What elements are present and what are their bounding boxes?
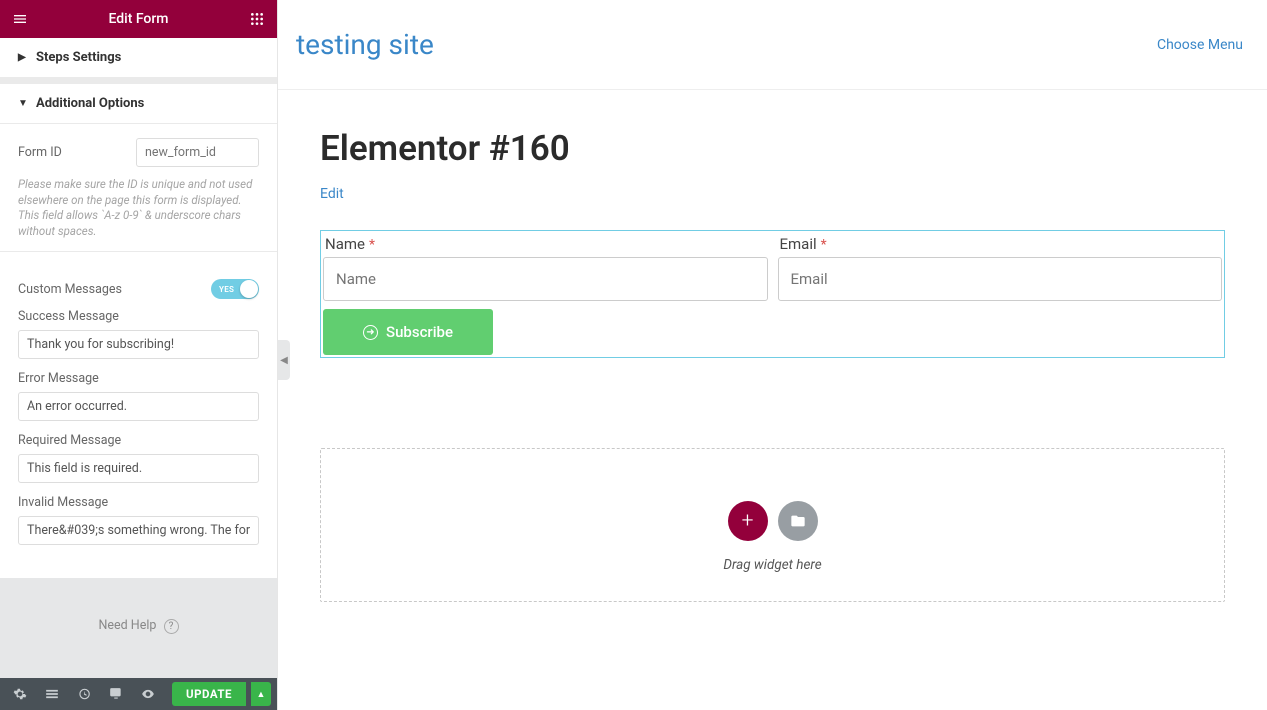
choose-menu-link[interactable]: Choose Menu (1157, 37, 1243, 53)
name-field-label: Name* (323, 231, 768, 257)
form-widget[interactable]: Name* Email* ➜ Subscribe (320, 230, 1225, 358)
name-input[interactable] (323, 257, 768, 301)
history-icon[interactable] (70, 680, 98, 708)
responsive-icon[interactable] (102, 680, 130, 708)
page-title: Elementor #160 (320, 128, 1225, 169)
success-message-input[interactable] (18, 330, 259, 359)
preview-icon[interactable] (134, 680, 162, 708)
need-help[interactable]: Need Help ? (0, 578, 277, 678)
sidebar-header: Edit Form (0, 0, 277, 38)
editor-sidebar: Edit Form ▶ Steps Settings ▼ Additional … (0, 0, 278, 710)
edit-link[interactable]: Edit (320, 186, 344, 202)
navigator-icon[interactable] (38, 680, 66, 708)
error-message-input[interactable] (18, 392, 259, 421)
required-message-label: Required Message (18, 433, 259, 448)
form-id-label: Form ID (18, 145, 62, 160)
help-icon: ? (164, 619, 179, 634)
collapse-sidebar-button[interactable]: ◀ (278, 340, 290, 380)
required-message-input[interactable] (18, 454, 259, 483)
site-title-link[interactable]: testing site (296, 28, 434, 61)
bottom-bar: UPDATE ▲ (0, 678, 277, 710)
settings-icon[interactable] (6, 680, 34, 708)
arrow-circle-icon: ➜ (363, 325, 378, 340)
custom-messages-label: Custom Messages (18, 282, 122, 297)
success-message-label: Success Message (18, 309, 259, 324)
sidebar-scroll-area[interactable]: ▶ Steps Settings ▼ Additional Options Fo… (0, 38, 277, 578)
add-section-button[interactable]: + (728, 501, 768, 541)
drop-zone-text: Drag widget here (321, 557, 1224, 573)
caret-down-icon: ▼ (18, 98, 28, 109)
error-message-label: Error Message (18, 371, 259, 386)
additional-options-body: Form ID Please make sure the ID is uniqu… (0, 124, 277, 239)
email-input[interactable] (778, 257, 1223, 301)
update-button[interactable]: UPDATE (172, 682, 246, 706)
invalid-message-input[interactable] (18, 516, 259, 545)
preview-pane: ◀ testing site Choose Menu Elementor #16… (278, 0, 1267, 710)
invalid-message-label: Invalid Message (18, 495, 259, 510)
template-library-button[interactable] (778, 501, 818, 541)
subscribe-button[interactable]: ➜ Subscribe (323, 309, 493, 355)
apps-grid-icon[interactable] (249, 11, 265, 27)
form-id-input[interactable] (136, 138, 259, 167)
section-additional-options[interactable]: ▼ Additional Options (0, 84, 277, 124)
update-dropdown-button[interactable]: ▲ (251, 682, 271, 706)
hamburger-menu-icon[interactable] (12, 11, 28, 27)
section-label: Additional Options (36, 96, 144, 111)
section-steps-settings[interactable]: ▶ Steps Settings (0, 38, 277, 78)
drop-zone[interactable]: + Drag widget here (320, 448, 1225, 602)
caret-right-icon: ▶ (18, 52, 28, 63)
form-id-help: Please make sure the ID is unique and no… (18, 177, 259, 239)
sidebar-title: Edit Form (108, 11, 168, 27)
preview-header: testing site Choose Menu (278, 0, 1267, 90)
email-field-label: Email* (778, 231, 1223, 257)
section-label: Steps Settings (36, 50, 121, 65)
custom-messages-toggle[interactable]: YES (211, 279, 259, 299)
